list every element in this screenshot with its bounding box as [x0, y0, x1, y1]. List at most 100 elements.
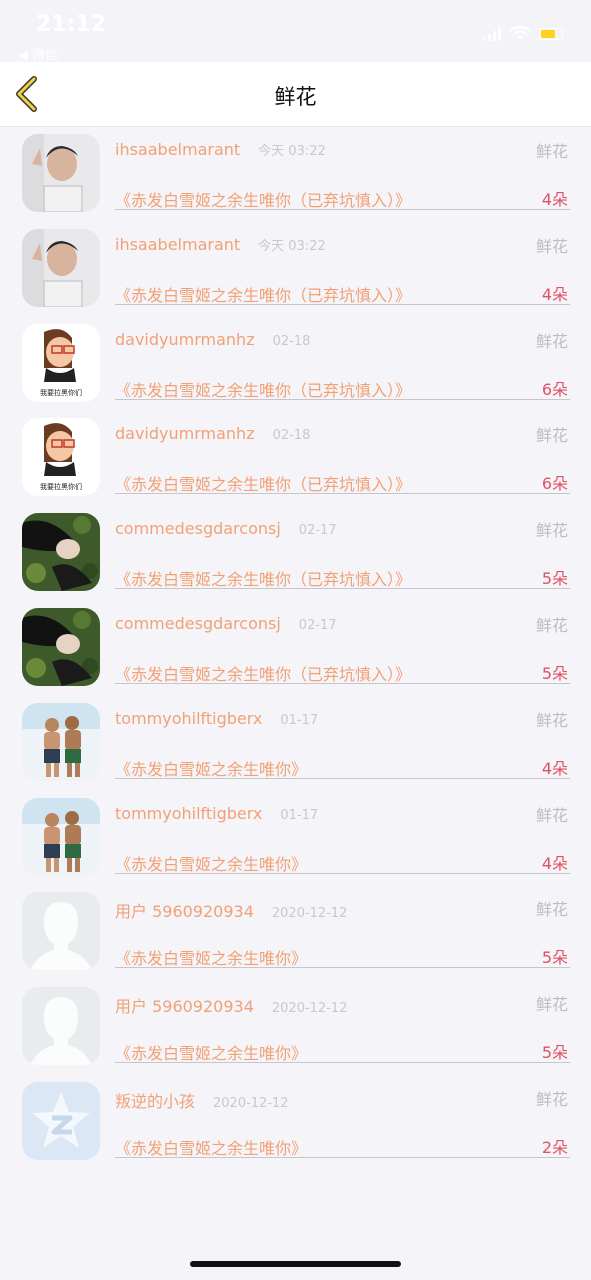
- avatar[interactable]: [22, 228, 100, 307]
- gift-type-label: 鲜花: [535, 521, 568, 541]
- back-to-app-link[interactable]: ◀ 微信: [18, 44, 58, 63]
- timestamp: 2020-12-12: [271, 906, 348, 922]
- timestamp: 今天 03:22: [258, 238, 326, 254]
- battery-level: [541, 30, 555, 38]
- avatar[interactable]: [22, 607, 100, 686]
- username[interactable]: 叛逆的小孩 2020-12-12: [115, 1088, 289, 1112]
- gift-type-label: 鲜花: [535, 995, 568, 1015]
- username-text: davidyumrmanhz: [115, 424, 255, 444]
- gift-count: 2朵: [541, 1137, 568, 1157]
- divider: [115, 398, 570, 400]
- page-title: 鲜花: [274, 85, 317, 109]
- avatar-caption: 我要拉黑你们: [40, 482, 82, 491]
- gift-count: 6朵: [541, 379, 568, 399]
- list-item[interactable]: ihsaabelmarant 今天 03:22 鲜花《赤发白雪姬之余生唯你（已弃坑慎…: [0, 221, 591, 316]
- signal-icon: [483, 27, 501, 41]
- username-text: davidyumrmanhz: [115, 329, 255, 349]
- list-item[interactable]: 我要拉黑你们 davidyumrmanhz 02-18 鲜花 《赤发白雪姬之余生唯你（已…: [0, 410, 591, 505]
- username[interactable]: commedesgdarconsj 02-17: [115, 519, 337, 538]
- username[interactable]: 用户 5960920934 2020-12-12: [115, 898, 347, 922]
- book-title-link[interactable]: 《赤发白雪姬之余生唯你》: [115, 945, 307, 969]
- gift-count: 4朵: [541, 853, 568, 873]
- username[interactable]: davidyumrmanhz 02-18: [115, 330, 310, 349]
- avatar[interactable]: 我要拉黑你们: [22, 323, 100, 402]
- gift-type-label: 鲜花: [535, 142, 568, 161]
- gift-type-label: 鲜花: [535, 236, 568, 256]
- status-bar: 21:12 ◀ 微信: [0, 0, 591, 63]
- gift-type-label: 鲜花: [535, 805, 568, 825]
- book-title-link[interactable]: 《赤发白雪姬之余生唯你（已弃坑慎入）》: [115, 187, 411, 211]
- book-title-link[interactable]: 《赤发白雪姬之余生唯你》: [115, 851, 307, 875]
- username[interactable]: ihsaabelmarant 今天 03:22: [115, 140, 326, 159]
- timestamp: 02-18: [272, 333, 311, 349]
- avatar[interactable]: [22, 892, 100, 971]
- timestamp: 02-17: [298, 617, 337, 633]
- timestamp: 2020-12-12: [213, 1095, 289, 1111]
- divider: [115, 493, 570, 495]
- username-text: ihsaabelmarant: [115, 140, 241, 159]
- divider: [115, 1062, 570, 1064]
- gift-count: 5朵: [541, 663, 568, 683]
- book-title-link[interactable]: 《赤发白雪姬之余生唯你（已弃坑慎入）》: [115, 282, 411, 306]
- divider: [115, 303, 570, 305]
- list-item[interactable]: 叛逆的小孩 2020-12-12 鲜花《赤发白雪姬之余生唯你》 2朵: [0, 1074, 591, 1169]
- avatar-caption: 我要拉黑你们: [40, 388, 82, 397]
- gift-count: 4朵: [541, 758, 568, 778]
- username-text: tommyohilftigberx: [115, 708, 263, 728]
- username-text: tommyohilftigberx: [115, 803, 263, 823]
- book-title-link[interactable]: 《赤发白雪姬之余生唯你（已弃坑慎入）》: [115, 471, 411, 495]
- username[interactable]: davidyumrmanhz 02-18: [115, 424, 310, 443]
- avatar[interactable]: [22, 702, 100, 781]
- divider: [115, 588, 570, 590]
- gift-count: 5朵: [541, 948, 568, 968]
- list-item[interactable]: ihsaabelmarant 今天 03:22 鲜花《赤发白雪姬之余生唯你（已弃坑慎…: [0, 126, 591, 221]
- gift-count: 4朵: [541, 284, 568, 304]
- gift-count: 5朵: [541, 569, 568, 589]
- list-item[interactable]: tommyohilftigberx 01-17 鲜花《赤发白雪姬之余生唯你》 4朵: [0, 695, 591, 790]
- timestamp: 02-18: [272, 428, 311, 444]
- divider: [115, 777, 570, 779]
- avatar[interactable]: [22, 134, 100, 212]
- gift-count: 5朵: [541, 1043, 568, 1063]
- timestamp: 01-17: [280, 807, 319, 823]
- username[interactable]: commedesgdarconsj 02-17: [115, 614, 337, 633]
- avatar[interactable]: [22, 797, 100, 876]
- book-title-link[interactable]: 《赤发白雪姬之余生唯你》: [115, 756, 307, 780]
- list-item[interactable]: 我要拉黑你们 davidyumrmanhz 02-18 鲜花《赤发白雪姬之余生唯你（已…: [0, 316, 591, 411]
- list-item[interactable]: commedesgdarconsj 02-17 鲜花《赤发白雪姬之余生唯你（已弃坑慎…: [0, 505, 591, 600]
- avatar[interactable]: [22, 1081, 100, 1160]
- home-indicator[interactable]: [190, 1261, 401, 1267]
- gift-count: 6朵: [541, 474, 568, 494]
- list-item[interactable]: tommyohilftigberx 01-17 鲜花《赤发白雪姬之余生唯你》 4朵: [0, 790, 591, 885]
- gift-type-label: 鲜花: [535, 710, 568, 730]
- divider: [115, 967, 570, 969]
- list-item[interactable]: commedesgdarconsj 02-17 鲜花《赤发白雪姬之余生唯你（已弃坑慎…: [0, 600, 591, 695]
- gift-count: 4朵: [541, 190, 568, 209]
- username[interactable]: tommyohilftigberx 01-17: [115, 709, 318, 728]
- divider: [115, 872, 570, 874]
- divider: [115, 682, 570, 684]
- username[interactable]: ihsaabelmarant 今天 03:22: [115, 235, 326, 254]
- book-title-link[interactable]: 《赤发白雪姬之余生唯你》: [115, 1040, 307, 1064]
- book-title-link[interactable]: 《赤发白雪姬之余生唯你（已弃坑慎入）》: [115, 566, 411, 590]
- username-text: 用户 5960920934: [115, 997, 254, 1017]
- avatar[interactable]: [22, 513, 100, 592]
- timestamp: 01-17: [280, 712, 319, 728]
- username-text: commedesgdarconsj: [115, 519, 281, 539]
- gift-type-label: 鲜花: [535, 331, 568, 351]
- book-title-link[interactable]: 《赤发白雪姬之余生唯你》: [115, 1135, 307, 1159]
- avatar[interactable]: [22, 987, 100, 1066]
- username[interactable]: 用户 5960920934 2020-12-12: [115, 993, 347, 1017]
- status-icons: [483, 26, 563, 42]
- gift-record-list: ihsaabelmarant 今天 03:22 鲜花 《赤发白雪姬之余生唯你（已弃坑慎…: [0, 126, 591, 1169]
- book-title-link[interactable]: 《赤发白雪姬之余生唯你（已弃坑慎入）》: [115, 661, 411, 685]
- gift-type-label: 鲜花: [535, 1089, 568, 1109]
- gift-type-label: 鲜花: [535, 615, 568, 635]
- avatar[interactable]: 我要拉黑你们: [22, 418, 100, 497]
- username[interactable]: tommyohilftigberx 01-17: [115, 804, 318, 823]
- divider: [115, 1156, 570, 1158]
- list-item[interactable]: 用户 5960920934 2020-12-12 鲜花 《赤发白雪姬之余生唯你》 5朵: [0, 884, 591, 979]
- wifi-icon: [509, 26, 531, 39]
- list-item[interactable]: 用户 5960920934 2020-12-12 鲜花《赤发白雪姬之余生唯你》 5朵: [0, 979, 591, 1074]
- book-title-link[interactable]: 《赤发白雪姬之余生唯你（已弃坑慎入）》: [115, 377, 411, 401]
